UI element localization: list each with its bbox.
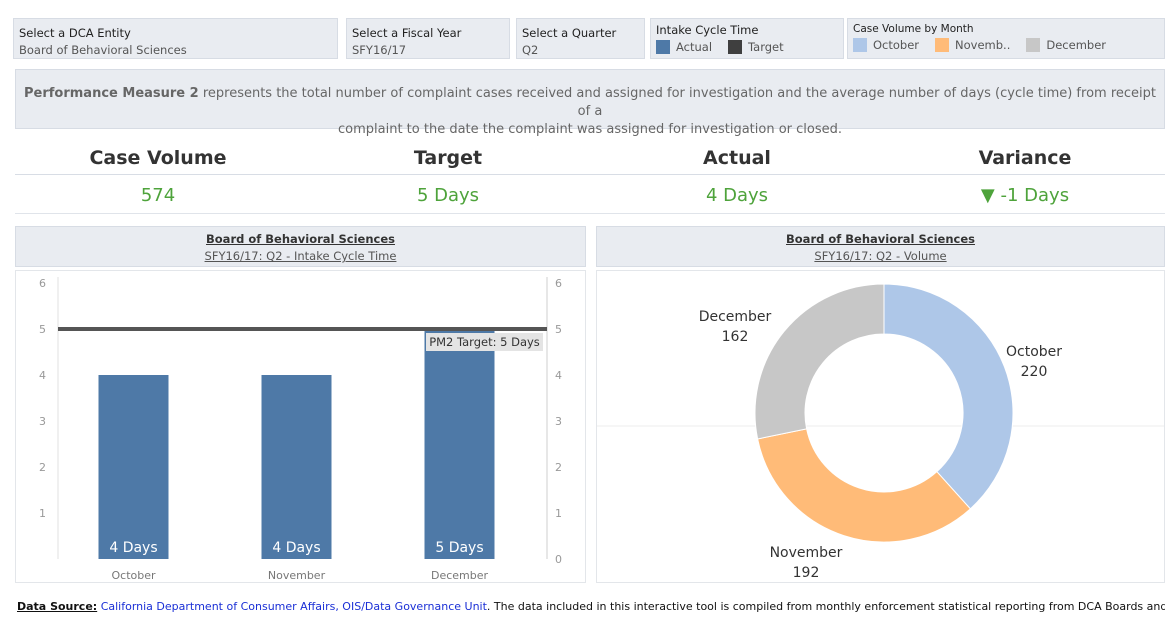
data-source-footer: Data Source: California Department of Co… [17,600,1165,613]
intake-chart-header: Board of Behavioral Sciences SFY16/17: Q… [15,226,586,267]
bar-data-label: 4 Days [109,540,157,556]
donut-label-month: November [770,545,843,561]
y-tick-label-left: 1 [39,507,46,520]
kpi-variance-value-row: ▼ -1 Days [882,174,1165,214]
target-reference-label: PM2 Target: 5 Days [429,335,540,349]
quarter-filter-label: Select a Quarter [522,26,617,40]
kpi-target: Target 5 Days [305,138,591,214]
kpi-target-label: Target [413,147,483,169]
donut-label-value: 220 [1021,364,1048,380]
legend-item-december[interactable]: December [1026,38,1106,52]
volume-chart-title[interactable]: Board of Behavioral Sciences [597,232,1164,246]
kpi-case-volume: Case Volume 574 [15,138,301,214]
description-line-1: Performance Measure 2 represents the tot… [16,85,1164,121]
intake-legend-label: Intake Cycle Time [656,23,759,37]
x-tick-label: November [268,569,326,582]
actual-swatch [656,40,670,54]
target-swatch [728,40,743,54]
y-tick-label-left: 4 [39,369,46,382]
y-tick-label-left: 2 [39,461,46,474]
legend-item-actual[interactable]: Actual [656,40,712,54]
october-swatch [853,38,867,52]
bar-chart-svg: 0 1 1 2 2 3 3 4 4 5 5 6 6 4 Days October 4 Days November… [39,277,562,582]
donut-chart-svg: October 220 November 192 December 162 [597,283,1164,581]
y-tick-label-left: 3 [39,415,46,428]
intake-cycle-bar-chart: 0 1 1 2 2 3 3 4 4 5 5 6 6 4 Days October 4 Days November… [15,270,586,583]
legend-target-label: Target [748,40,784,54]
entity-filter[interactable]: Select a DCA Entity Board of Behavioral … [13,18,338,59]
kpi-actual: Actual 4 Days [594,138,880,214]
quarter-filter[interactable]: Select a Quarter Q2 [516,18,645,59]
volume-chart-header: Board of Behavioral Sciences SFY16/17: Q… [596,226,1165,267]
quarter-filter-value: Q2 [522,43,539,57]
bar-december[interactable] [424,329,495,559]
bar-november[interactable] [261,375,332,559]
kpi-case-volume-label: Case Volume [89,147,227,169]
description-text-1: represents the total number of complaint… [198,86,1156,119]
x-tick-label: December [431,569,489,582]
donut-slice-november[interactable] [757,428,972,543]
x-tick-label: October [111,569,155,582]
donut-slice-october[interactable] [883,283,1014,510]
case-volume-legend: Case Volume by Month October Novemb.. De… [847,18,1165,59]
y-tick-label-right: 4 [555,369,562,382]
variance-down-arrow-icon: ▼ [980,185,995,206]
volume-chart-subtitle[interactable]: SFY16/17: Q2 - Volume [597,249,1164,263]
intake-cycle-legend: Intake Cycle Time Actual Target [650,18,844,59]
entity-filter-value: Board of Behavioral Sciences [19,43,187,57]
legend-item-target[interactable]: Target [728,40,784,54]
y-tick-label-right: 1 [555,507,562,520]
december-swatch [1026,38,1041,52]
fiscal-year-filter-value: SFY16/17 [352,43,407,57]
donut-label-month: December [699,309,772,325]
y-tick-label-right: 5 [555,323,562,336]
kpi-variance: Variance ▼ -1 Days [882,138,1165,214]
donut-slice-december[interactable] [754,283,885,440]
data-source-link[interactable]: California Department of Consumer Affair… [101,600,487,613]
kpi-variance-label: Variance [978,147,1072,169]
data-source-label: Data Source: [17,600,98,613]
description-text-2: complaint to the date the complaint was … [338,122,842,137]
bar-data-label: 4 Days [272,540,320,556]
y-tick-label-left: 5 [39,323,46,336]
intake-chart-subtitle[interactable]: SFY16/17: Q2 - Intake Cycle Time [16,249,585,263]
kpi-target-value: 5 Days [416,185,480,206]
legend-december-label: December [1046,38,1107,52]
kpi-variance-value: -1 Days [1000,185,1070,206]
y-tick-label-right: 2 [555,461,562,474]
y-tick-label-right: 6 [555,277,562,290]
bar-october[interactable] [98,375,169,559]
legend-actual-label: Actual [676,40,713,54]
legend-item-october[interactable]: October [853,38,919,52]
legend-november-label: Novemb.. [955,38,1011,52]
intake-chart-title[interactable]: Board of Behavioral Sciences [16,232,585,246]
volume-legend-label: Case Volume by Month [853,23,974,35]
donut-label-value: 162 [722,329,749,345]
november-swatch [935,38,950,52]
case-volume-donut-chart: October 220 November 192 December 162 [596,270,1165,583]
kpi-actual-value: 4 Days [705,185,769,206]
performance-measure-description: Performance Measure 2 represents the tot… [15,69,1165,137]
fiscal-year-filter[interactable]: Select a Fiscal Year SFY16/17 [346,18,510,59]
dashboard: Select a DCA Entity Board of Behavioral … [0,0,1165,624]
bar-data-label: 5 Days [435,540,483,556]
donut-label-month: October [1006,344,1062,360]
kpi-strip: Case Volume 574 Target 5 Days Actual 4 D… [15,138,1165,214]
y-tick-label-right: 0 [555,553,562,566]
kpi-case-volume-value: 574 [140,185,176,206]
fiscal-year-filter-label: Select a Fiscal Year [352,26,462,40]
legend-october-label: October [873,38,920,52]
kpi-divider [15,174,1165,175]
legend-item-november[interactable]: Novemb.. [935,38,1010,52]
donut-label-value: 192 [793,565,820,581]
data-source-text: . The data included in this interactive … [486,600,1165,613]
y-tick-label-right: 3 [555,415,562,428]
entity-filter-label: Select a DCA Entity [19,26,131,40]
kpi-actual-label: Actual [703,147,771,169]
description-bold: Performance Measure 2 [24,86,199,101]
y-tick-label-left: 6 [39,277,46,290]
filter-bar: Select a DCA Entity Board of Behavioral … [13,14,1165,64]
kpi-bottom-divider [15,213,1165,214]
